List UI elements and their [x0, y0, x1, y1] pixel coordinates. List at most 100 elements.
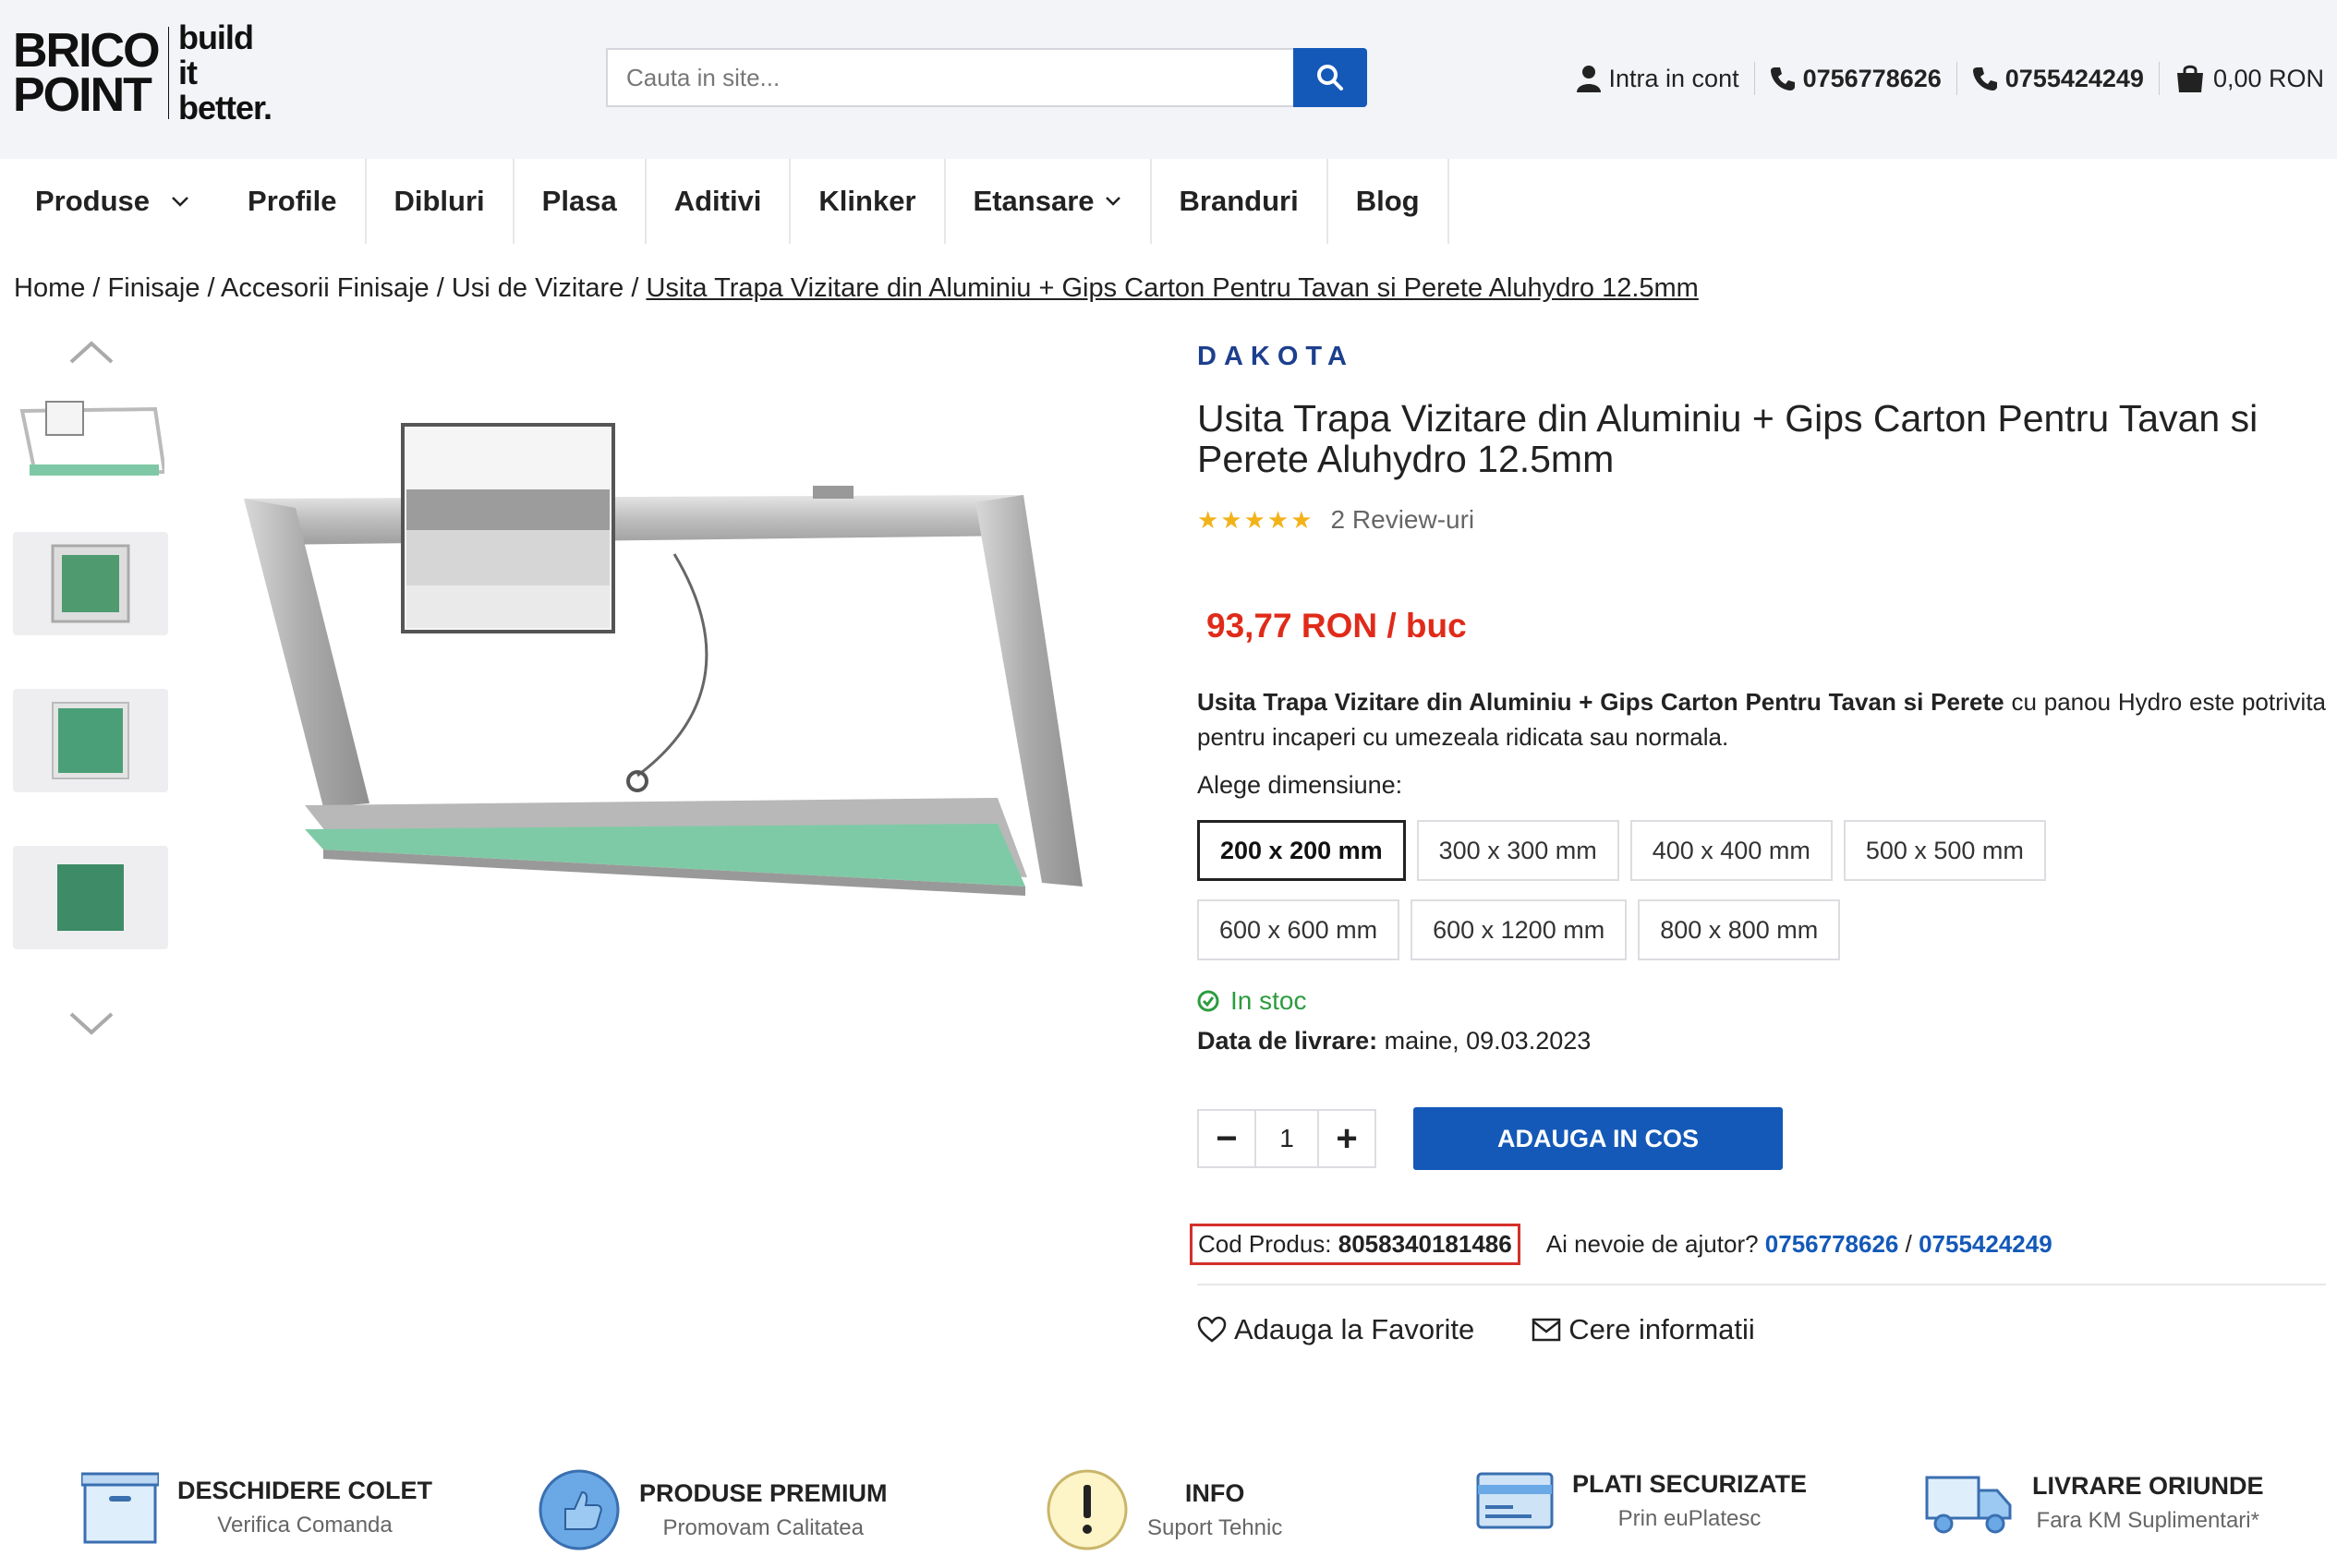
- breadcrumb-accesorii[interactable]: Accesorii Finisaje: [221, 273, 430, 303]
- product-price: 93,77 RON / buc: [1206, 607, 1467, 645]
- nav-label: Branduri: [1179, 185, 1299, 217]
- thumbnail-2[interactable]: [13, 532, 168, 635]
- cart-link[interactable]: 0,00 RON: [2174, 64, 2324, 93]
- phone-1-label: 0756778626: [1802, 64, 1942, 92]
- phone-link-2[interactable]: 0755424249: [1972, 65, 2144, 93]
- main-product-image[interactable]: [231, 406, 1108, 923]
- feature-livrare-oriunde: LIVRARE ORIUNDE Fara KM Suplimentari*: [1925, 1468, 2264, 1537]
- delivery-truck-icon: [1925, 1476, 2012, 1534]
- feature-title: PLATI SECURIZATE: [1572, 1469, 1807, 1498]
- product-code-row: Cod Produs: 8058340181486 Ai nevoie de a…: [1190, 1224, 2326, 1285]
- quantity-decrease-button[interactable]: −: [1199, 1111, 1254, 1166]
- thumbnail-4[interactable]: [13, 846, 168, 949]
- feature-title: DESCHIDERE COLET: [177, 1476, 433, 1504]
- account-link[interactable]: Intra in cont: [1576, 65, 1739, 93]
- nav-label: Dibluri: [394, 185, 485, 217]
- nav-item-branduri[interactable]: Branduri: [1152, 159, 1328, 244]
- nav-item-plasa[interactable]: Plasa: [515, 159, 647, 244]
- feature-info: INFO Suport Tehnic: [1046, 1468, 1282, 1551]
- nav-label: Produse: [35, 185, 151, 217]
- size-option-200x200[interactable]: 200 x 200 mm: [1197, 820, 1406, 881]
- thumbnail-1[interactable]: [13, 388, 168, 491]
- nav-item-klinker[interactable]: Klinker: [791, 159, 946, 244]
- envelope-icon: [1532, 1318, 1561, 1342]
- header-separator: [1956, 62, 1957, 95]
- nav-label: Etansare: [973, 185, 1095, 217]
- stock-status: In stoc: [1197, 986, 2326, 1016]
- nav-label: Profile: [248, 185, 337, 217]
- phone-link-1[interactable]: 0756778626: [1770, 65, 1942, 93]
- quantity-input[interactable]: 1: [1254, 1111, 1319, 1166]
- phone-icon: [1770, 67, 1795, 90]
- brand-logo[interactable]: DAKOTA: [1197, 342, 2326, 372]
- panel-front-thumbnail-image: [51, 544, 130, 623]
- brico-point-logo[interactable]: BRICO POINT build it better.: [13, 20, 272, 127]
- request-info-button[interactable]: Cere informatii: [1532, 1313, 1755, 1346]
- credit-card-icon: [1476, 1472, 1554, 1529]
- size-option-600x1200[interactable]: 600 x 1200 mm: [1411, 899, 1628, 960]
- feature-subtitle: Suport Tehnic: [1147, 1514, 1283, 1540]
- search-button[interactable]: [1293, 48, 1367, 107]
- add-to-favorites-button[interactable]: Adauga la Favorite: [1197, 1313, 1474, 1346]
- feature-strip: DESCHIDERE COLET Verifica Comanda PRODUS…: [0, 1468, 2337, 1568]
- size-option-500x500[interactable]: 500 x 500 mm: [1843, 820, 2046, 881]
- nav-item-aditivi[interactable]: Aditivi: [647, 159, 792, 244]
- feature-produse-premium: PRODUSE PREMIUM Promovam Calitatea: [538, 1468, 888, 1551]
- product-info: DAKOTA Usita Trapa Vizitare din Aluminiu…: [1190, 342, 2326, 1346]
- check-circle-icon: [1197, 990, 1219, 1012]
- size-option-800x800[interactable]: 800 x 800 mm: [1638, 899, 1841, 960]
- cart-total: 0,00 RON: [2212, 64, 2324, 92]
- breadcrumb-current[interactable]: Usita Trapa Vizitare din Aluminiu + Gips…: [646, 273, 1698, 303]
- trapdoor-thumbnail-image: [19, 401, 164, 476]
- breadcrumb-finisaje[interactable]: Finisaje: [108, 273, 200, 303]
- nav-label: Aditivi: [673, 185, 762, 217]
- feature-title: INFO: [1184, 1478, 1245, 1507]
- add-to-cart-button[interactable]: ADAUGA IN COS: [1413, 1107, 1783, 1170]
- size-option-400x400[interactable]: 400 x 400 mm: [1629, 820, 1833, 881]
- size-option-300x300[interactable]: 300 x 300 mm: [1416, 820, 1619, 881]
- feature-text: PRODUSE PREMIUM Promovam Calitatea: [639, 1479, 888, 1541]
- breadcrumb: Home / Finisaje / Accesorii Finisaje / U…: [14, 273, 1699, 304]
- nav-item-blog[interactable]: Blog: [1328, 159, 1449, 244]
- quantity-increase-button[interactable]: +: [1319, 1111, 1374, 1166]
- delivery-label: Data de livrare:: [1197, 1027, 1378, 1055]
- logo-tagline-2: better.: [177, 89, 272, 127]
- logo-wordmark: BRICO POINT: [13, 24, 161, 122]
- breadcrumb-separator: /: [200, 273, 222, 303]
- feature-plati-securizate: PLATI SECURIZATE Prin euPlatesc: [1476, 1468, 1807, 1533]
- nav-item-etansare[interactable]: Etansare: [946, 159, 1152, 244]
- nav-label: Blog: [1355, 185, 1420, 217]
- thumbnail-3[interactable]: [13, 689, 168, 792]
- product-rating[interactable]: ★★★★★ 2 Review-uri: [1197, 505, 2326, 535]
- account-label: Intra in cont: [1608, 64, 1739, 92]
- product-code: Cod Produs: 8058340181486: [1190, 1224, 1520, 1265]
- nav-item-profile[interactable]: Profile: [233, 159, 367, 244]
- search-input[interactable]: [606, 48, 1293, 107]
- thumb-prev-button[interactable]: [13, 329, 170, 375]
- thumb-next-button[interactable]: [13, 1001, 170, 1047]
- chevron-down-icon: [69, 1012, 114, 1035]
- feature-subtitle: Fara KM Suplimentari*: [2036, 1507, 2259, 1533]
- feature-subtitle: Prin euPlatesc: [1617, 1505, 1762, 1531]
- quantity-stepper: − 1 +: [1197, 1109, 1376, 1168]
- feature-text: INFO Suport Tehnic: [1147, 1479, 1282, 1541]
- help-phone-2[interactable]: 0755424249: [1919, 1230, 2052, 1258]
- nav-item-dibluri[interactable]: Dibluri: [367, 159, 515, 244]
- heart-icon: [1197, 1316, 1227, 1343]
- delivery-value: maine, 09.03.2023: [1377, 1027, 1592, 1055]
- help-separator: /: [1898, 1230, 1919, 1258]
- help-contact: Ai nevoie de ajutor? 0756778626 / 075542…: [1546, 1230, 2052, 1259]
- trapdoor-product-image: [244, 423, 1083, 896]
- help-phone-1[interactable]: 0756778626: [1765, 1230, 1899, 1258]
- size-option-600x600[interactable]: 600 x 600 mm: [1197, 899, 1400, 960]
- nav-item-produse[interactable]: Produse: [0, 159, 233, 244]
- search-bar: [606, 48, 1367, 107]
- breadcrumb-usi-vizitare[interactable]: Usi de Vizitare: [452, 273, 624, 303]
- nav-label: Klinker: [818, 185, 916, 217]
- user-icon: [1576, 66, 1601, 92]
- product-title: Usita Trapa Vizitare din Aluminiu + Gips…: [1197, 397, 2258, 480]
- logo-line-1: BRICO: [13, 24, 161, 78]
- logo-line-2: POINT: [13, 68, 152, 122]
- phone-2-label: 0755424249: [2004, 64, 2144, 92]
- breadcrumb-home[interactable]: Home: [14, 273, 85, 303]
